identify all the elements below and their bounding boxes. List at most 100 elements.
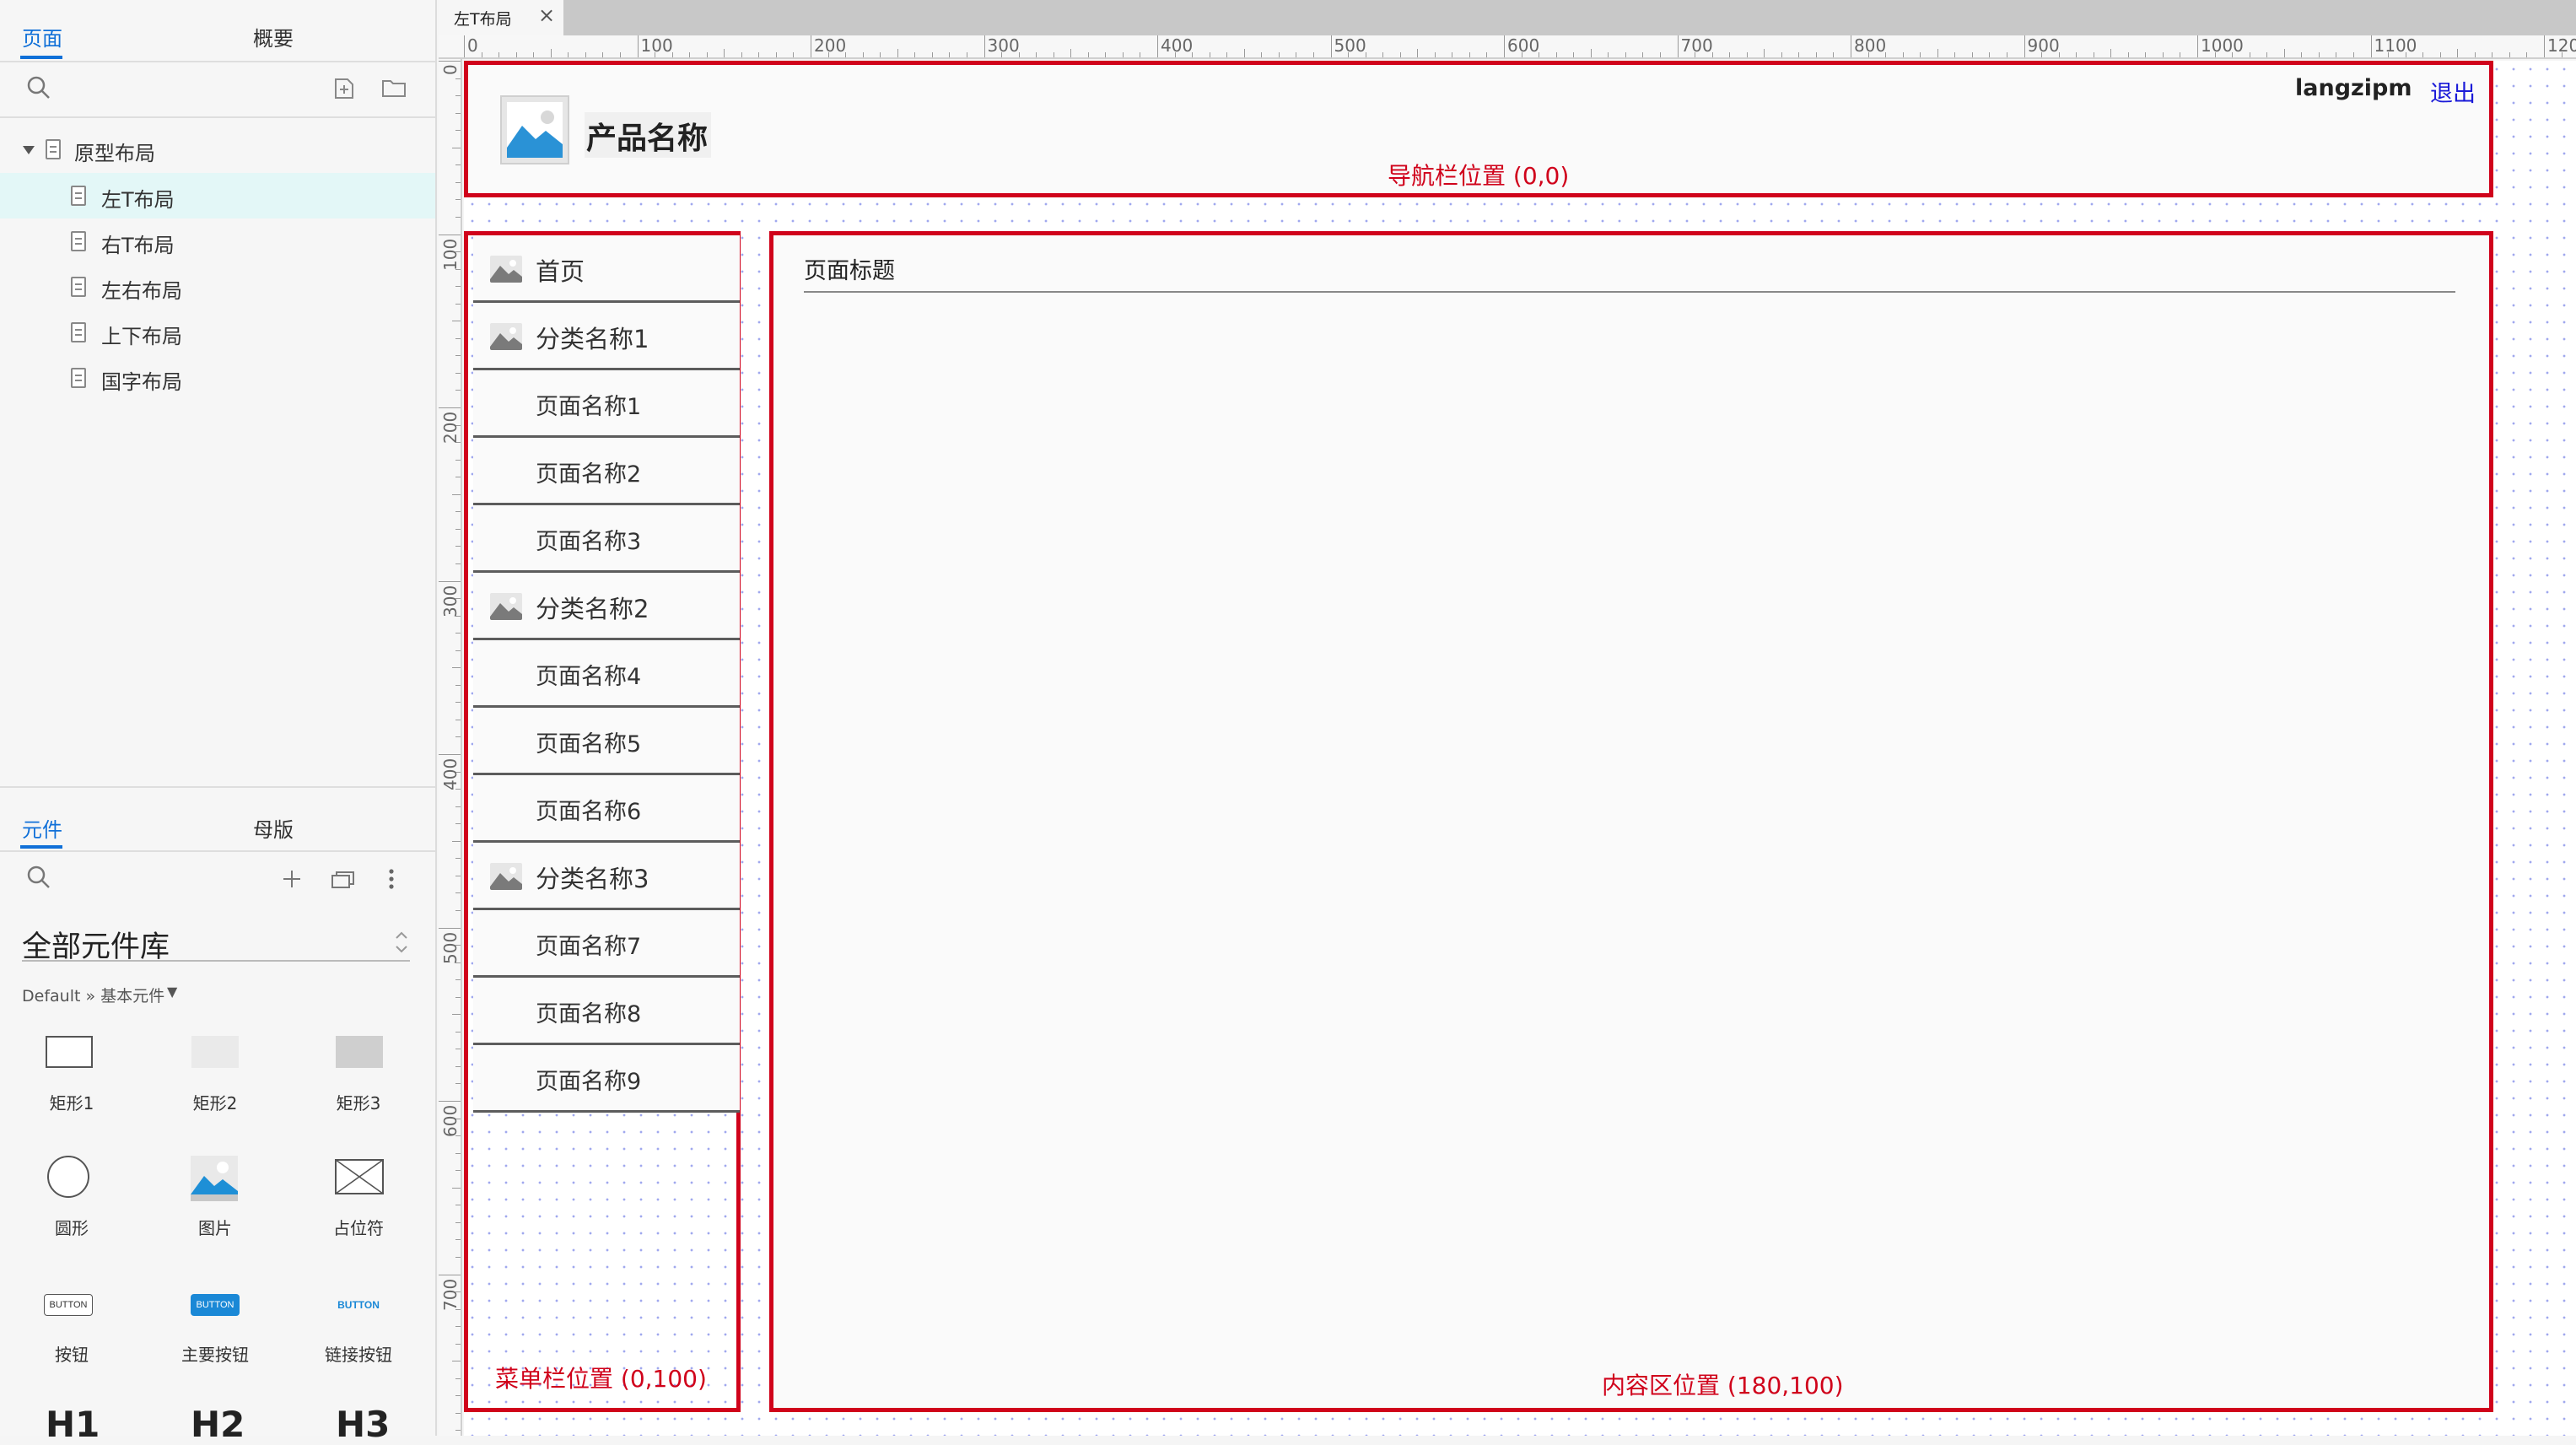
- library-path[interactable]: Default » 基本元件: [22, 984, 164, 1006]
- ruler-tick: [2526, 52, 2528, 57]
- ruler-label: 0: [440, 64, 461, 75]
- menu-item[interactable]: 页面名称2: [473, 438, 740, 505]
- logo-image-icon: [500, 95, 569, 164]
- more-options-icon[interactable]: [386, 867, 396, 894]
- ruler-tick: [2145, 52, 2147, 57]
- ruler-tick: [455, 78, 461, 79]
- ruler-label: 200: [440, 411, 461, 444]
- menu-item[interactable]: 页面名称3: [473, 505, 740, 573]
- menu-item-label: 页面名称1: [536, 394, 642, 420]
- widget-heading2[interactable]: H2: [191, 1404, 245, 1445]
- ruler-tick: [1971, 52, 1973, 57]
- ruler-label: 400: [440, 758, 461, 790]
- tree-item-page[interactable]: 国字布局: [0, 355, 435, 401]
- active-tab-indicator: [20, 56, 62, 59]
- widget-circle[interactable]: 圆形: [0, 1156, 143, 1257]
- menu-item[interactable]: 页面名称7: [473, 910, 740, 978]
- ruler-tick: [455, 1221, 461, 1223]
- widget-primary-button[interactable]: BUTTON 主要按钮: [143, 1282, 287, 1383]
- widget-rectangle1[interactable]: 矩形1: [0, 1031, 143, 1132]
- menu-item[interactable]: 分类名称2: [473, 573, 740, 640]
- ruler-label: 500: [440, 931, 461, 964]
- divider: [0, 61, 435, 62]
- ruler-tick: [568, 52, 569, 57]
- widget-link-button[interactable]: BUTTON 链接按钮: [287, 1282, 430, 1383]
- tab-masters[interactable]: 母版: [253, 813, 294, 843]
- ruler-tick: [455, 823, 461, 825]
- ruler-tick: [1815, 52, 1817, 57]
- logout-link[interactable]: 退出: [2430, 75, 2476, 108]
- tab-overview[interactable]: 概要: [253, 22, 294, 51]
- search-icon[interactable]: [25, 864, 52, 894]
- menu-item[interactable]: 首页: [473, 235, 740, 303]
- menu-item-label: 页面名称5: [536, 731, 642, 758]
- menu-item-label: 分类名称2: [536, 595, 649, 623]
- ruler-tick: [1677, 35, 1679, 57]
- left-panel: 页面 概要 原型布局 左T布局 右T布局 左右布局 上下布局 国字布局 元件 母…: [0, 0, 437, 1445]
- content-area-frame[interactable]: 页面标题 内容区位置 (180,100): [769, 231, 2493, 1412]
- menu-item[interactable]: 页面名称1: [473, 370, 740, 438]
- ruler-tick: [455, 1256, 461, 1258]
- tab-pages[interactable]: 页面: [22, 22, 62, 51]
- ruler-tick: [455, 372, 461, 374]
- menu-item-label: 分类名称1: [536, 325, 649, 353]
- widget-placeholder[interactable]: 占位符: [287, 1156, 430, 1257]
- tree-item-page[interactable]: 右T布局: [0, 218, 435, 264]
- menu-item[interactable]: 分类名称1: [473, 303, 740, 370]
- ruler-tick: [439, 927, 461, 929]
- widget-button[interactable]: BUTTON 按钮: [0, 1282, 143, 1383]
- widget-rectangle2[interactable]: 矩形2: [143, 1031, 287, 1132]
- ruler-tick: [455, 563, 461, 564]
- page-icon: [71, 277, 86, 297]
- chevron-updown-icon[interactable]: [395, 928, 408, 960]
- widget-image[interactable]: 图片: [143, 1156, 287, 1257]
- tree-item-page[interactable]: 上下布局: [0, 310, 435, 355]
- menu-item[interactable]: 页面名称5: [473, 708, 740, 775]
- content-area-annotation: 内容区位置 (180,100): [1602, 1372, 1844, 1399]
- ruler-tick: [1243, 49, 1245, 57]
- ruler-label: 600: [1507, 35, 1540, 56]
- tree-item-page[interactable]: 左右布局: [0, 264, 435, 310]
- document-tab[interactable]: 左T布局 ×: [439, 0, 563, 35]
- nav-bar-frame[interactable]: 产品名称 langzipm 退出 导航栏位置 (0,0): [464, 61, 2493, 197]
- ruler-tick: [1261, 52, 1263, 57]
- widget-label: 占位符: [333, 1218, 384, 1238]
- tab-widgets[interactable]: 元件: [22, 813, 62, 843]
- library-selector-underline: [22, 960, 410, 962]
- widget-heading3[interactable]: H3: [336, 1404, 390, 1445]
- ruler-label: 1200: [2547, 35, 2576, 56]
- ruler-tick: [1659, 52, 1661, 57]
- widget-label: 矩形2: [192, 1093, 238, 1113]
- add-page-icon[interactable]: [334, 78, 354, 103]
- ruler-tick: [455, 199, 461, 201]
- ruler-tick: [931, 52, 933, 57]
- close-icon[interactable]: ×: [538, 3, 555, 27]
- add-folder-icon[interactable]: [381, 78, 407, 101]
- tree-folder-root[interactable]: 原型布局: [0, 127, 435, 172]
- menu-item[interactable]: 页面名称8: [473, 978, 740, 1045]
- horizontal-ruler[interactable]: 0 100 200 300 400 500 600 700 800 900 1000 1100 1200: [439, 35, 2576, 59]
- ruler-tick: [862, 52, 864, 57]
- design-canvas[interactable]: 产品名称 langzipm 退出 导航栏位置 (0,0) 首页分类名称1 页面名称…: [464, 61, 2576, 1436]
- caret-down-icon[interactable]: ▼: [167, 984, 177, 1000]
- button-icon: BUTTON: [44, 1294, 93, 1316]
- ruler-tick: [758, 52, 760, 57]
- ruler-tick: [1781, 52, 1782, 57]
- menu-item[interactable]: 页面名称6: [473, 775, 740, 843]
- menu-bar-frame[interactable]: 首页分类名称1 页面名称1 页面名称2 页面名称3 分类名称2 页面名称4 页面名称5 页面名…: [464, 231, 741, 1412]
- tree-item-page[interactable]: 左T布局: [0, 173, 435, 218]
- add-library-icon[interactable]: [282, 869, 302, 892]
- menu-item[interactable]: 页面名称4: [473, 640, 740, 708]
- menu-item-label: 页面名称3: [536, 529, 642, 555]
- library-stack-icon[interactable]: [331, 869, 356, 892]
- widget-heading1[interactable]: H1: [46, 1404, 100, 1445]
- caret-down-icon[interactable]: [22, 143, 35, 159]
- menu-item[interactable]: 页面名称9: [473, 1045, 740, 1113]
- vertical-ruler[interactable]: 0100200300400500600700800: [439, 59, 462, 1436]
- widget-rectangle3[interactable]: 矩形3: [287, 1031, 430, 1132]
- search-icon[interactable]: [25, 74, 52, 105]
- ruler-tick: [455, 1152, 461, 1154]
- widget-label: 图片: [198, 1218, 232, 1238]
- ruler-tick: [455, 684, 461, 686]
- menu-item[interactable]: 分类名称3: [473, 843, 740, 910]
